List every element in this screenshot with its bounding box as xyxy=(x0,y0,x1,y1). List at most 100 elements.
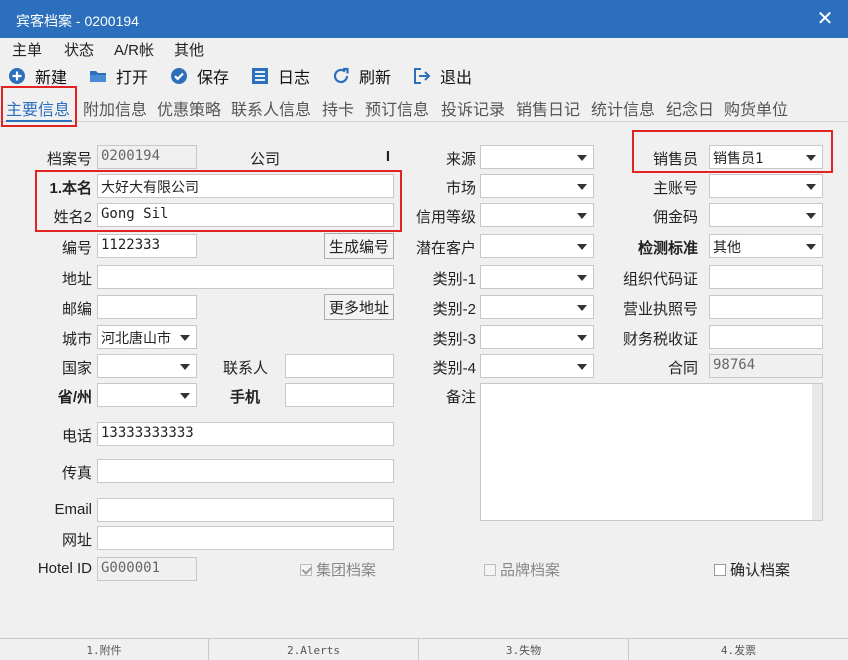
group-archive-label: 集团档案 xyxy=(316,562,377,579)
more-address-button[interactable]: 更多地址 xyxy=(324,294,394,320)
standard-label: 检测标准 xyxy=(637,240,698,257)
email-label: Email xyxy=(54,501,92,518)
contact-input[interactable] xyxy=(285,354,394,378)
category1-label: 类别-1 xyxy=(432,271,476,288)
notes-textarea[interactable] xyxy=(480,383,823,521)
save-button[interactable]: 保存 xyxy=(170,64,229,88)
brand-archive-check-box xyxy=(484,563,496,576)
standard-select[interactable]: 其他 xyxy=(709,234,823,258)
active-tab-indicator xyxy=(6,120,72,122)
bottom-tab-invoice[interactable]: 4.发票 xyxy=(629,639,848,660)
refresh-button[interactable]: 刷新 xyxy=(332,64,391,88)
hotel-id-field: G000001 xyxy=(97,557,197,581)
license-input[interactable] xyxy=(709,295,823,319)
credit-level-select[interactable] xyxy=(480,203,594,227)
tab-reservation-info[interactable]: 预订信息 xyxy=(365,96,429,120)
city-label: 城市 xyxy=(61,331,92,348)
category3-select[interactable] xyxy=(480,325,594,349)
save-label: 保存 xyxy=(197,70,230,87)
confirm-archive-checkbox[interactable]: 确认档案 xyxy=(714,559,790,580)
menu-other[interactable]: 其他 xyxy=(174,39,204,60)
refresh-label: 刷新 xyxy=(359,70,392,87)
address-input[interactable] xyxy=(97,265,394,289)
tab-sales-diary[interactable]: 销售日记 xyxy=(516,96,580,120)
zip-label: 邮编 xyxy=(61,301,92,318)
tab-purchase-unit[interactable]: 购货单位 xyxy=(724,96,788,120)
source-select[interactable] xyxy=(480,145,594,169)
close-icon[interactable]: ✕ xyxy=(814,6,836,31)
contract-label: 合同 xyxy=(667,360,698,377)
group-archive-check-box xyxy=(300,563,312,576)
tab-complaint-records[interactable]: 投诉记录 xyxy=(441,96,505,120)
new-label: 新建 xyxy=(35,70,68,87)
category3-label: 类别-3 xyxy=(432,331,476,348)
brand-archive-label: 品牌档案 xyxy=(500,562,561,579)
category1-select[interactable] xyxy=(480,265,594,289)
exit-label: 退出 xyxy=(440,70,473,87)
name2-input[interactable]: Gong Sil xyxy=(97,203,394,227)
contact-label: 联系人 xyxy=(222,360,268,377)
title-bar: 宾客档案 - 0200194 ✕ xyxy=(0,0,848,38)
city-select[interactable]: 河北唐山市 xyxy=(97,325,197,349)
tab-card[interactable]: 持卡 xyxy=(322,96,354,120)
country-select[interactable] xyxy=(97,354,197,378)
exit-button[interactable]: 退出 xyxy=(413,64,472,88)
notes-scrollbar[interactable] xyxy=(812,384,822,520)
list-icon xyxy=(251,67,269,85)
confirm-archive-label: 确认档案 xyxy=(730,562,791,579)
commission-code-select[interactable] xyxy=(709,203,823,227)
menu-ar-account[interactable]: A/R帐 xyxy=(114,39,154,60)
group-archive-checkbox[interactable]: 集团档案 xyxy=(300,559,376,580)
org-code-label: 组织代码证 xyxy=(622,271,698,288)
log-label: 日志 xyxy=(278,70,311,87)
org-code-input[interactable] xyxy=(709,265,823,289)
tab-contact-info[interactable]: 联系人信息 xyxy=(231,96,311,120)
tab-strip: 主要信息 附加信息 优惠策略 联系人信息 持卡 预订信息 投诉记录 销售日记 统… xyxy=(0,90,848,122)
folder-icon xyxy=(89,67,107,85)
archive-no-field: 0200194 xyxy=(97,145,197,169)
company-marker: I xyxy=(385,148,390,165)
potential-customer-select[interactable] xyxy=(480,234,594,258)
bottom-tab-alerts[interactable]: 2.Alerts xyxy=(209,639,419,660)
email-input[interactable] xyxy=(97,498,394,522)
bottom-tab-attachments[interactable]: 1.附件 xyxy=(0,639,209,660)
main-account-select[interactable] xyxy=(709,174,823,198)
tab-anniversary[interactable]: 纪念日 xyxy=(666,96,714,120)
source-label: 来源 xyxy=(445,151,476,168)
tab-main-info[interactable]: 主要信息 xyxy=(6,96,70,120)
name-input[interactable]: 大好大有限公司 xyxy=(97,174,394,198)
archive-no-label: 档案号 xyxy=(46,151,92,168)
code-input[interactable]: 1122333 xyxy=(97,234,197,258)
province-select[interactable] xyxy=(97,383,197,407)
menu-main[interactable]: 主单 xyxy=(12,39,42,60)
bottom-tab-bar: 1.附件 2.Alerts 3.失物 4.发票 xyxy=(0,638,848,660)
category4-label: 类别-4 xyxy=(432,360,476,377)
new-button[interactable]: 新建 xyxy=(8,64,67,88)
category4-select[interactable] xyxy=(480,354,594,378)
menu-status[interactable]: 状态 xyxy=(64,39,94,60)
tab-discount-policy[interactable]: 优惠策略 xyxy=(157,96,221,120)
brand-archive-checkbox[interactable]: 品牌档案 xyxy=(484,559,560,580)
tax-cert-input[interactable] xyxy=(709,325,823,349)
hotel-id-label: Hotel ID xyxy=(37,560,92,577)
bottom-tab-lost-found[interactable]: 3.失物 xyxy=(419,639,629,660)
category2-select[interactable] xyxy=(480,295,594,319)
fax-input[interactable] xyxy=(97,459,394,483)
main-account-label: 主账号 xyxy=(652,180,698,197)
market-select[interactable] xyxy=(480,174,594,198)
zip-input[interactable] xyxy=(97,295,197,319)
mobile-input[interactable] xyxy=(285,383,394,407)
sales-select[interactable]: 销售员1 xyxy=(709,145,823,169)
plus-circle-icon xyxy=(8,67,26,85)
tab-statistics[interactable]: 统计信息 xyxy=(591,96,655,120)
generate-code-button[interactable]: 生成编号 xyxy=(324,233,394,259)
province-label: 省/州 xyxy=(57,389,92,406)
company-label: 公司 xyxy=(249,151,280,168)
tab-additional-info[interactable]: 附加信息 xyxy=(83,96,147,120)
website-input[interactable] xyxy=(97,526,394,550)
phone-input[interactable]: 13333333333 xyxy=(97,422,394,446)
log-button[interactable]: 日志 xyxy=(251,64,310,88)
open-button[interactable]: 打开 xyxy=(89,64,148,88)
menu-bar: 主单 状态 A/R帐 其他 xyxy=(0,38,848,60)
credit-level-label: 信用等级 xyxy=(415,209,476,226)
